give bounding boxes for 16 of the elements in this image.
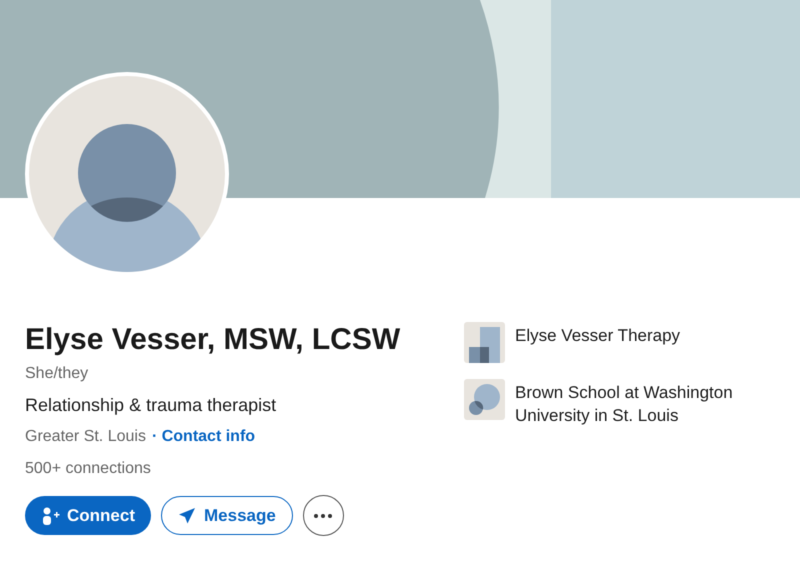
contact-info-link[interactable]: · Contact info	[152, 425, 256, 449]
connect-button[interactable]: Connect	[25, 496, 151, 535]
company-logo-icon	[464, 322, 505, 363]
company-name[interactable]: Elyse Vesser Therapy	[515, 322, 765, 347]
profile-name: Elyse Vesser, MSW, LCSW	[25, 322, 402, 358]
send-icon	[178, 506, 196, 524]
connections-count: 500+ connections	[25, 459, 152, 479]
add-person-icon	[41, 506, 61, 524]
location: Greater St. Louis	[25, 427, 146, 447]
more-button[interactable]	[302, 495, 344, 536]
message-button[interactable]: Message	[161, 496, 293, 535]
headline: Relationship & trauma therapist	[25, 394, 278, 417]
more-icon	[314, 514, 332, 518]
school-logo-icon	[464, 379, 505, 420]
school-name[interactable]: Brown School at Washington University in St. Louis	[515, 379, 765, 427]
pronouns: She/they	[25, 364, 90, 384]
